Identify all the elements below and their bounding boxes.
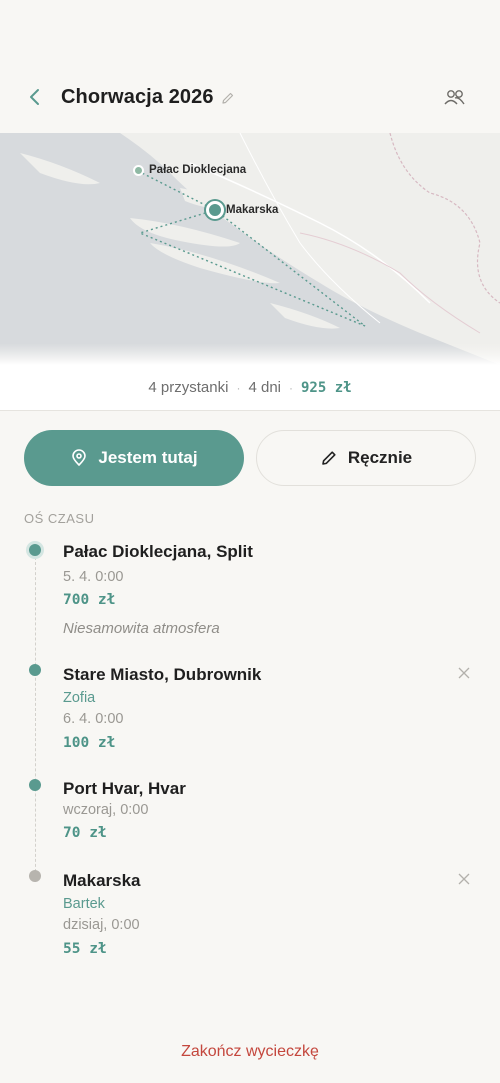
pencil-icon (320, 449, 338, 467)
close-icon (458, 666, 470, 684)
total-cost: 925 zł (301, 379, 352, 396)
map-label-makarska: Makarska (226, 204, 279, 216)
trip-map[interactable]: Pałac Dioklecjana Makarska (0, 133, 500, 365)
manual-add-button[interactable]: Ręcznie (256, 430, 476, 486)
stop-cost: 100 zł (63, 735, 116, 751)
pencil-icon[interactable] (221, 91, 235, 105)
map-pin-palace[interactable] (133, 165, 144, 176)
remove-stop-button[interactable] (455, 872, 473, 890)
title-wrap: Chorwacja 2026 (61, 86, 235, 109)
separator: · (289, 380, 293, 395)
stop-dot (29, 664, 41, 676)
timeline-line (35, 552, 36, 882)
back-button[interactable] (22, 86, 48, 112)
stop-name: Stare Miasto, Dubrownik (63, 665, 262, 684)
end-trip-button[interactable]: Zakończ wycieczkę (0, 1043, 500, 1061)
stop-name: Port Hvar, Hvar (63, 779, 186, 798)
stop-cost: 55 zł (63, 941, 107, 957)
map-label-palace: Pałac Dioklecjana (149, 164, 247, 176)
stop-person: Zofia (63, 690, 96, 706)
stop-cost: 70 zł (63, 825, 107, 841)
separator: · (236, 380, 241, 395)
manual-label: Ręcznie (347, 448, 413, 467)
remove-stop-button[interactable] (455, 666, 473, 684)
location-pin-icon (70, 449, 88, 467)
check-in-here-button[interactable]: Jestem tutaj (24, 430, 244, 486)
chevron-left-icon (28, 88, 42, 111)
days-count: 4 dni (248, 379, 281, 396)
trip-summary: 4 przystanki · 4 dni · 925 zł (0, 365, 500, 411)
timeline-heading: OŚ CZASU (24, 511, 95, 526)
stop-dot (29, 870, 41, 882)
stop-time: dzisiaj, 0:00 (63, 917, 140, 933)
stops-count: 4 przystanki (148, 379, 229, 396)
stop-person: Bartek (63, 896, 105, 912)
header: Chorwacja 2026 (0, 78, 500, 122)
stop-time: wczoraj, 0:00 (63, 802, 149, 818)
stop-note: Niesamowita atmosfera (63, 620, 220, 637)
participants-button[interactable] (442, 86, 468, 112)
stop-dot (29, 544, 41, 556)
close-icon (458, 872, 470, 890)
check-in-label: Jestem tutaj (98, 448, 198, 467)
page-title: Chorwacja 2026 (61, 86, 214, 108)
stop-dot (29, 779, 41, 791)
users-icon (443, 87, 467, 112)
stop-time: 6. 4. 0:00 (63, 711, 124, 727)
stop-name: Pałac Dioklecjana, Split (63, 542, 253, 561)
stop-cost: 700 zł (63, 592, 116, 608)
stop-name: Makarska (63, 871, 141, 890)
stop-time: 5. 4. 0:00 (63, 569, 124, 585)
action-buttons: Jestem tutaj Ręcznie (24, 430, 476, 486)
map-pin-makarska[interactable] (206, 201, 224, 219)
map-canvas (0, 133, 500, 365)
